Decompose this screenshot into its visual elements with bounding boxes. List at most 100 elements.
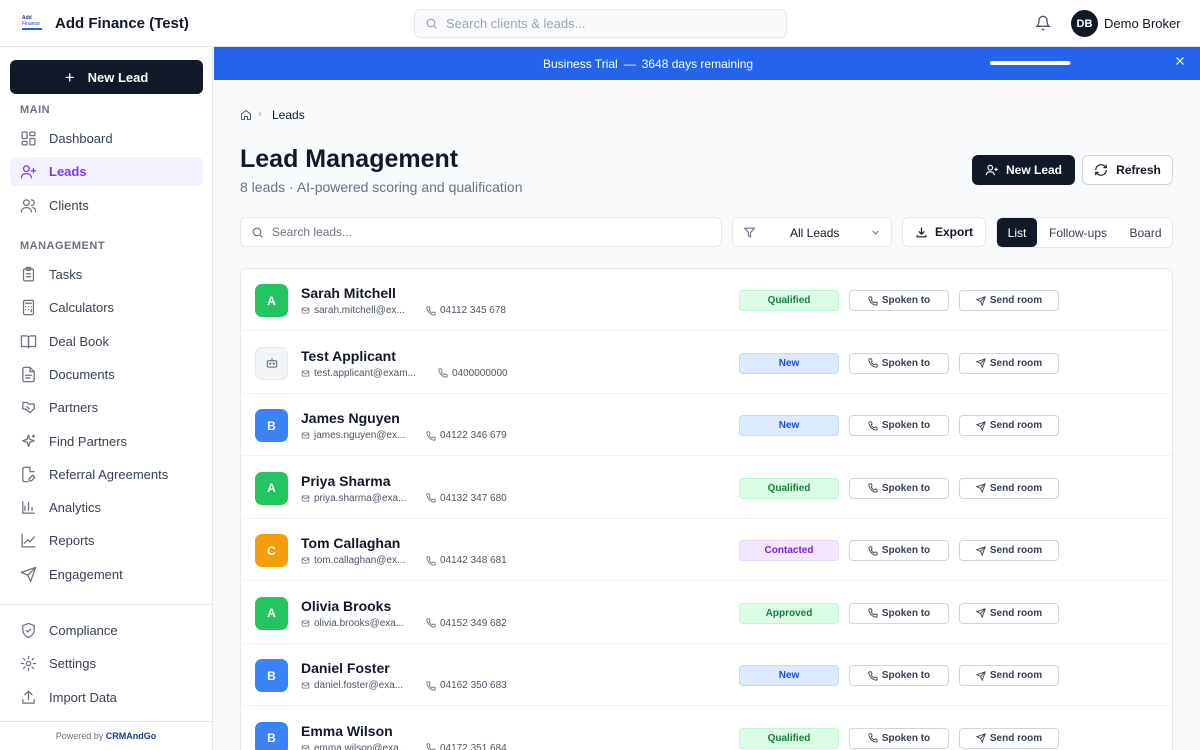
sidebar-item-compliance[interactable]: Compliance [10,616,203,645]
sidebar-item-reports[interactable]: Reports [10,526,203,555]
status-badge[interactable]: New [739,415,839,436]
lead-name[interactable]: Test Applicant [301,348,396,364]
spoken-to-label: Spoken to [881,420,931,431]
sidebar-item-calculators[interactable]: Calculators [10,293,203,322]
lead-name[interactable]: Sarah Mitchell [301,285,396,301]
spoken-to-button[interactable]: Spoken to [849,352,949,374]
spoken-to-button[interactable]: Spoken to [849,602,949,624]
lead-row[interactable]: A Sarah Mitchell sarah.mitchell@ex... 04112… [241,269,1172,331]
sidebar-item-dashboard[interactable]: Dashboard [10,124,203,153]
lead-row[interactable]: B James Nguyen james.nguyen@ex... 04122 346… [241,394,1172,456]
send-room-button[interactable]: Send room [959,540,1059,561]
lead-row[interactable]: A Olivia Brooks olivia.brooks@exa... 04152 … [241,582,1172,644]
sidebar-new-lead-label: New Lead [87,69,149,85]
send-room-button[interactable]: Send room [959,415,1059,436]
refresh-icon [1094,163,1116,177]
dashboard-icon [20,130,49,147]
phone-icon [426,305,440,316]
lead-search-input[interactable] [272,225,692,239]
mail-icon [301,619,314,628]
sidebar-item-label: Engagement [49,566,123,582]
bell-icon[interactable] [1035,15,1051,31]
status-badge[interactable]: Qualified [739,727,839,749]
sidebar-item-find-partners[interactable]: Find Partners [10,427,203,456]
global-search[interactable] [414,9,787,38]
sidebar-item-deal-book[interactable]: Deal Book [10,327,203,356]
user-name[interactable]: Demo Broker [1104,16,1181,31]
lead-name[interactable]: Emma Wilson [301,723,393,739]
search-icon [425,17,438,30]
tab-list[interactable]: List [997,218,1037,247]
trial-banner: Business Trial — 3648 days remaining [214,47,1200,80]
phone-icon [868,608,882,618]
sidebar-item-referral-agreements[interactable]: Referral Agreements [10,460,203,489]
status-badge[interactable]: Contacted [739,540,839,561]
spoken-to-button[interactable]: Spoken to [849,290,949,311]
spoken-to-button[interactable]: Spoken to [849,727,949,749]
new-lead-button[interactable]: New Lead [972,155,1075,185]
lead-name[interactable]: Daniel Foster [301,660,390,676]
send-room-label: Send room [989,545,1043,556]
lead-row[interactable]: Test Applicant test.applicant@exam... 0400… [241,332,1172,394]
sidebar-item-leads[interactable]: Leads [10,157,203,187]
send-room-button[interactable]: Send room [959,602,1059,624]
send-icon [975,608,990,618]
sidebar-item-engagement[interactable]: Engagement [10,560,203,589]
lead-name[interactable]: Tom Callaghan [301,535,400,551]
lead-name[interactable]: Olivia Brooks [301,598,391,614]
sparkle-icon [20,433,49,450]
refresh-label: Refresh [1116,163,1161,177]
mail-icon [301,431,314,440]
sidebar-item-analytics[interactable]: Analytics [10,493,203,522]
sidebar-item-documents[interactable]: Documents [10,360,203,389]
lead-row[interactable]: A Priya Sharma priya.sharma@exa... 04132 34… [241,457,1172,519]
spoken-to-button[interactable]: Spoken to [849,665,949,686]
phone-icon [868,733,882,743]
lead-row[interactable]: B Daniel Foster daniel.foster@exa... 04162 … [241,644,1172,706]
status-badge[interactable]: New [739,352,839,374]
send-room-button[interactable]: Send room [959,352,1059,374]
sidebar-footer-divider [0,721,212,722]
lead-filter-select[interactable]: All Leads [732,217,892,247]
phone-icon [426,618,440,628]
lead-search[interactable] [240,217,722,247]
export-button[interactable]: Export [902,217,986,247]
sidebar-new-lead-button[interactable]: + New Lead [10,60,203,94]
sidebar-item-settings[interactable]: Settings [10,649,203,678]
home-icon[interactable] [240,109,252,121]
lead-avatar [255,346,288,380]
sidebar-item-clients[interactable]: Clients [10,191,203,220]
tab-follow-ups[interactable]: Follow-ups [1037,218,1119,247]
send-room-button[interactable]: Send room [959,665,1059,686]
user-plus-icon [20,163,49,180]
sidebar-item-label: Dashboard [49,131,113,146]
tab-board[interactable]: Board [1119,218,1172,247]
lead-name[interactable]: Priya Sharma [301,473,391,489]
status-badge[interactable]: New [739,665,839,686]
sidebar-item-import-data[interactable]: Import Data [10,683,203,712]
phone-icon [868,545,882,556]
lead-row[interactable]: C Tom Callaghan tom.callaghan@ex... 04142 3… [241,519,1172,581]
spoken-to-button[interactable]: Spoken to [849,477,949,499]
status-badge[interactable]: Qualified [739,477,839,499]
status-badge[interactable]: Qualified [739,290,839,311]
send-room-button[interactable]: Send room [959,727,1059,749]
lead-email: tom.callaghan@ex... [301,555,405,566]
sidebar-item-partners[interactable]: Partners [10,393,203,422]
lead-phone: 04132 347 680 [426,493,507,504]
send-room-button[interactable]: Send room [959,477,1059,499]
app-logo[interactable]: Add Finance [22,15,44,31]
status-badge[interactable]: Approved [739,602,839,624]
spoken-to-button[interactable]: Spoken to [849,415,949,436]
send-room-button[interactable]: Send room [959,290,1059,311]
sidebar-item-tasks[interactable]: Tasks [10,260,203,289]
mail-icon [301,681,314,690]
powered-by-brand[interactable]: CRMAndGo [106,731,157,741]
lead-name[interactable]: James Nguyen [301,410,400,426]
user-avatar[interactable]: DB [1071,10,1098,37]
refresh-button[interactable]: Refresh [1082,155,1173,185]
close-icon[interactable] [1174,55,1186,67]
lead-row[interactable]: B Emma Wilson emma.wilson@exa... 04172 351 … [241,707,1172,750]
spoken-to-button[interactable]: Spoken to [849,540,949,561]
global-search-input[interactable] [446,16,766,31]
